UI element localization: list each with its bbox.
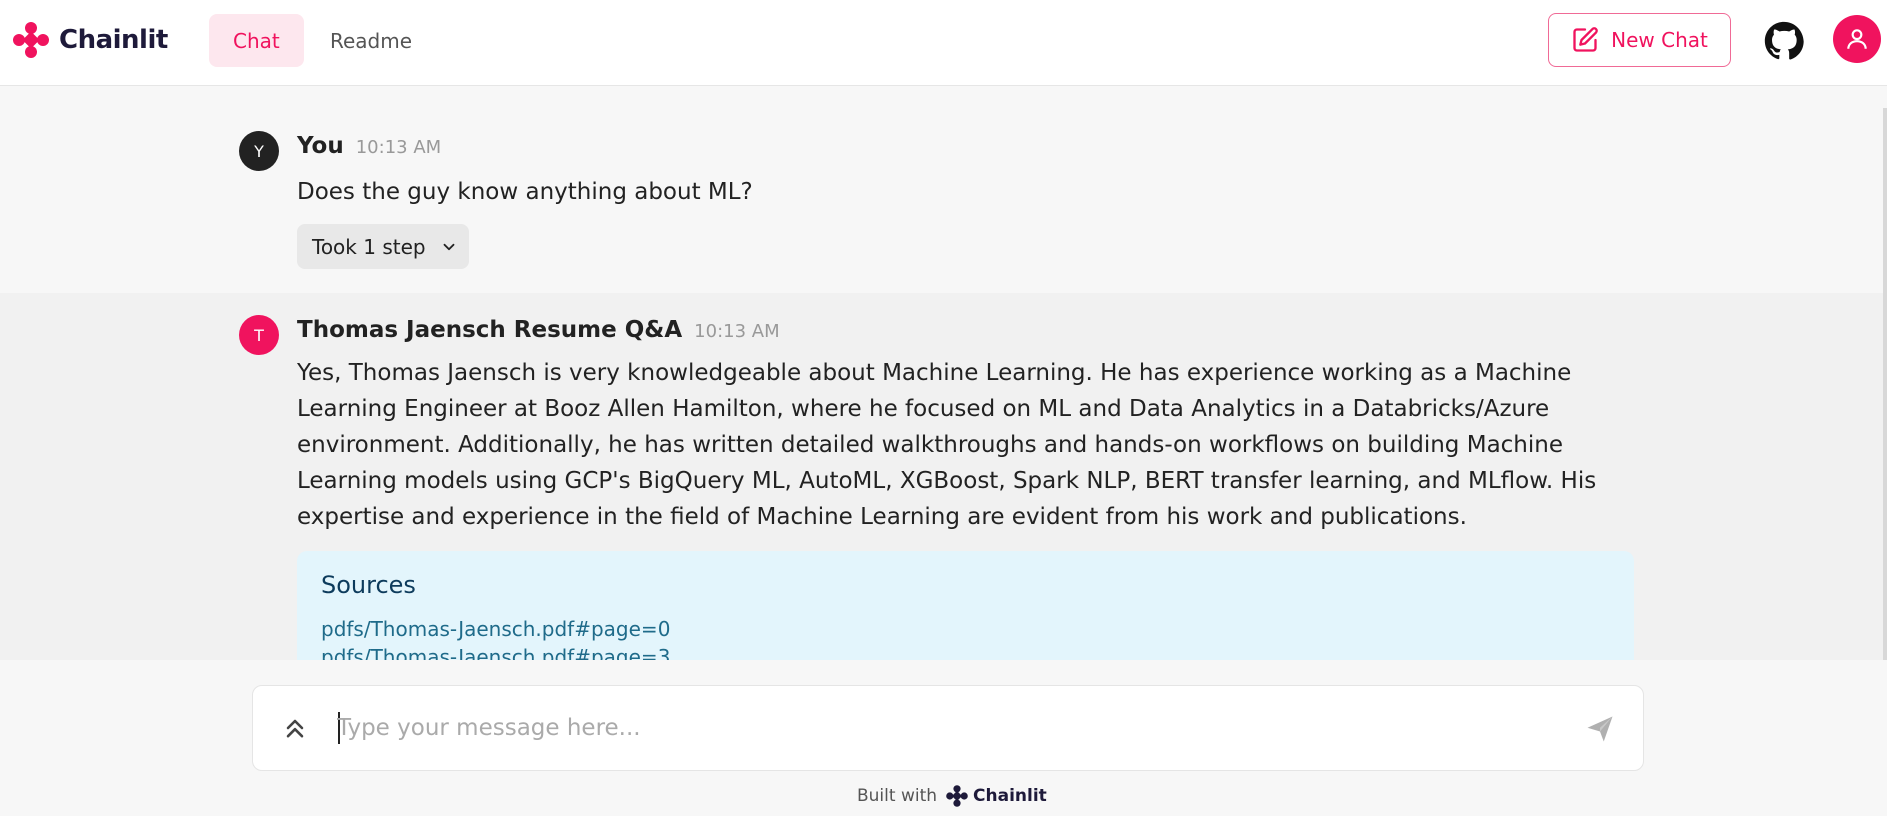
message-text: Does the guy know anything about ML? (297, 179, 753, 205)
message-input[interactable] (337, 704, 1557, 752)
built-with-footer[interactable]: Built with Chainlit (857, 784, 1047, 808)
built-with-text: Built with (857, 786, 938, 806)
source-link[interactable]: pdfs/Thomas-Jaensch.pdf#page=0 (321, 617, 670, 641)
source-link[interactable]: pdfs/Thomas-Jaensch.pdf#page=3 (321, 645, 670, 660)
new-chat-label: New Chat (1611, 28, 1708, 52)
assistant-message: T Thomas Jaensch Resume Q&A 10:13 AM Yes… (0, 293, 1883, 660)
message-time: 10:13 AM (355, 137, 442, 158)
steps-toggle-button[interactable]: Took 1 step (297, 224, 469, 269)
message-text: Yes, Thomas Jaensch is very knowledgeabl… (297, 360, 1597, 530)
tab-readme[interactable]: Readme (306, 14, 436, 67)
tab-chat[interactable]: Chat (209, 14, 304, 67)
chevron-down-icon (443, 243, 455, 250)
scrollbar[interactable] (1883, 108, 1887, 660)
send-icon[interactable] (1585, 714, 1615, 744)
user-icon (1847, 29, 1867, 49)
message-author: You (297, 133, 344, 159)
sources-panel: Sources pdfs/Thomas-Jaensch.pdf#page=0 p… (297, 551, 1634, 660)
chainlit-logo[interactable]: Chainlit (11, 20, 168, 60)
github-icon[interactable] (1764, 21, 1804, 61)
logo-text: Chainlit (59, 25, 168, 55)
user-message: Y You 10:13 AM Does the guy know anythin… (0, 87, 1883, 293)
chevrons-up-icon[interactable] (281, 714, 309, 742)
assistant-avatar: T (239, 315, 279, 355)
edit-icon (1573, 27, 1598, 52)
new-chat-button[interactable]: New Chat (1548, 13, 1731, 67)
app-header: Chainlit Chat Readme New Chat (0, 0, 1887, 86)
chainlit-logo-icon (946, 785, 968, 807)
assistant-message-header: Thomas Jaensch Resume Q&A 10:13 AM (297, 317, 780, 343)
user-menu-avatar[interactable] (1833, 15, 1881, 63)
footer-brand: Chainlit (973, 786, 1047, 806)
message-composer (252, 685, 1644, 771)
user-message-header: You 10:13 AM (297, 133, 441, 159)
sources-title: Sources (321, 571, 416, 599)
user-avatar: Y (239, 131, 279, 171)
message-author: Thomas Jaensch Resume Q&A (297, 317, 683, 343)
message-time: 10:13 AM (694, 321, 780, 342)
steps-label: Took 1 step (312, 234, 426, 259)
chainlit-logo-icon (13, 22, 49, 58)
